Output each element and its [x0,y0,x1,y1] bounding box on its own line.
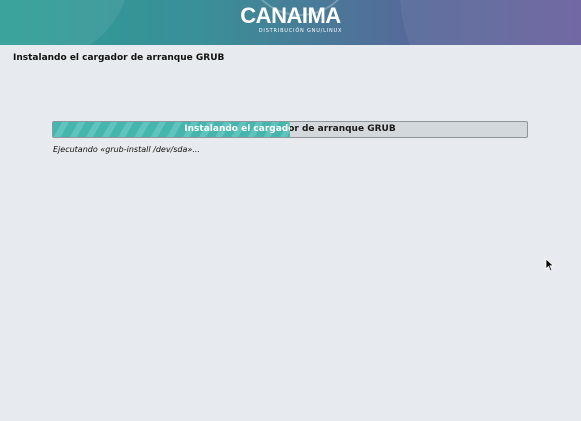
brand-subtitle: DISTRIBUCIÓN GNU/LINUX [258,28,343,34]
progress-bar: Instalando el cargador de arranque GRUB … [52,121,528,138]
brand-logo: CANAIMA DISTRIBUCIÓN GNU/LINUX [0,4,581,35]
header-banner: CANAIMA DISTRIBUCIÓN GNU/LINUX [0,0,581,45]
page-title: Instalando el cargador de arranque GRUB [13,53,225,63]
status-text: Ejecutando «grub-install /dev/sda»... [53,145,200,154]
progress-label-overlay: Instalando el cargador de arranque GRUB [184,124,290,134]
brand-name: CANAIMA [240,3,341,28]
mouse-pointer-icon [545,258,555,272]
progress-fill: Instalando el cargador de arranque GRUB [53,122,290,137]
